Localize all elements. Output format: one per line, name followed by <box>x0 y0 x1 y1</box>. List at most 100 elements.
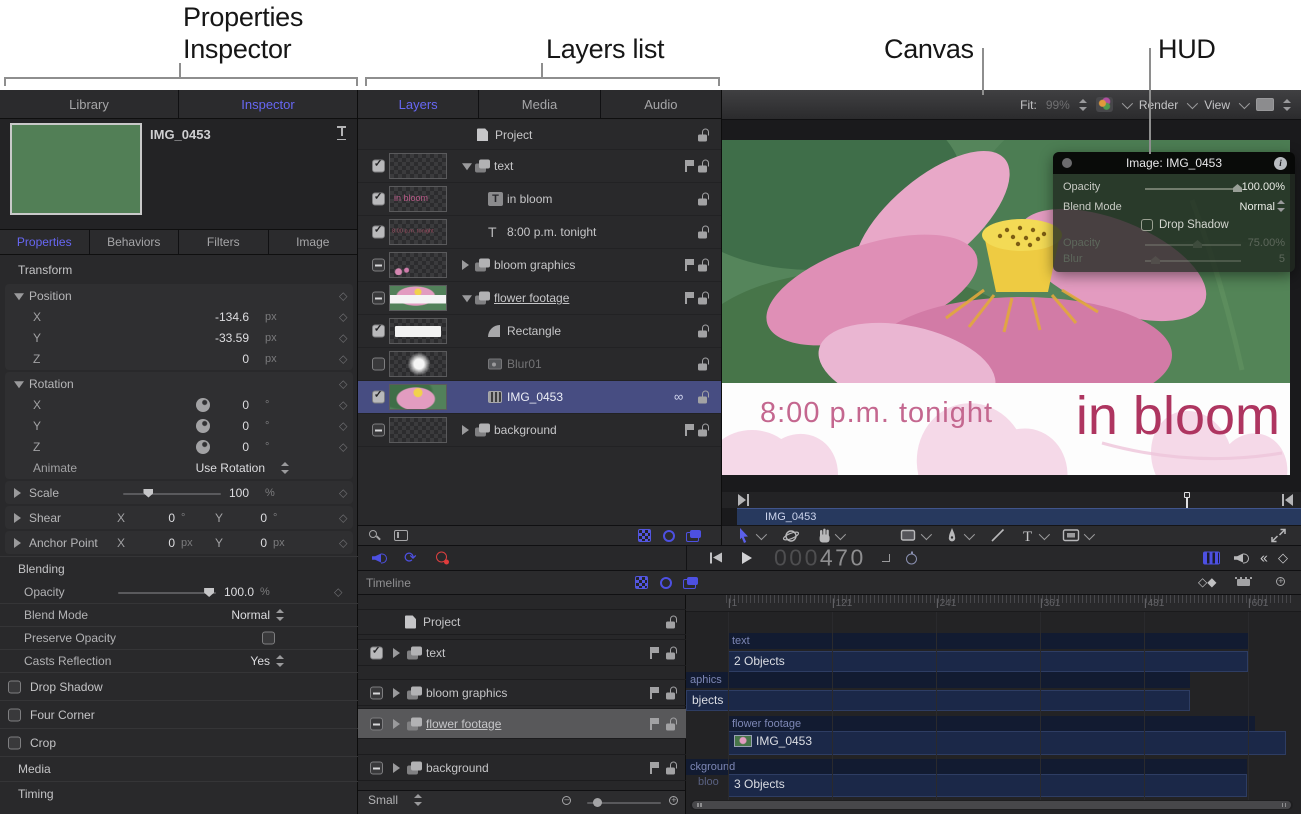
keyframe-diamond-icon[interactable]: ◇ <box>339 536 347 549</box>
tab-audio[interactable]: Audio <box>601 90 721 118</box>
timeline-layer-row-text[interactable]: text <box>358 639 686 666</box>
track-size-select[interactable]: Small <box>368 793 398 807</box>
chevron-down-icon[interactable] <box>756 529 767 540</box>
record-icon[interactable] <box>436 552 449 565</box>
view-menu[interactable]: View <box>1204 98 1230 112</box>
flag-icon[interactable] <box>685 424 694 436</box>
layer-row-project[interactable]: Project <box>358 120 721 150</box>
scrollbar-thumb[interactable] <box>692 801 1291 809</box>
timeline-layer-row-bloom-graphics[interactable]: bloom graphics <box>358 679 686 706</box>
disclosure-triangle-icon[interactable] <box>462 295 472 302</box>
timecode-display[interactable]: 000470 <box>774 545 866 572</box>
mini-timeline-clip[interactable]: IMG_0453 <box>737 508 1301 525</box>
subtab-behaviors[interactable]: Behaviors <box>90 230 180 254</box>
show-video-track-icon[interactable] <box>1203 552 1220 565</box>
display-stepper-icon[interactable] <box>1283 99 1291 111</box>
flag-icon[interactable] <box>650 647 659 659</box>
render-menu[interactable]: Render <box>1139 98 1178 112</box>
keyframe-diamond-icon[interactable]: ◇ <box>339 486 347 499</box>
show-keyframes-icon[interactable]: ‹‹ <box>1260 550 1266 567</box>
x-value-field[interactable]: -134.6 <box>159 310 249 324</box>
chevron-down-icon[interactable] <box>835 529 846 540</box>
animate-value[interactable]: Use Rotation <box>145 461 265 475</box>
color-channels-icon[interactable] <box>1096 97 1113 112</box>
disclosure-triangle-icon[interactable] <box>393 688 400 698</box>
layer-row-rectangle[interactable]: Rectangle <box>358 315 721 348</box>
tab-inspector[interactable]: Inspector <box>179 90 357 118</box>
keyframe-diamond-icon[interactable]: ◇ <box>339 398 347 411</box>
zoom-out-icon[interactable] <box>561 795 575 809</box>
anchor-point-x-value[interactable]: 0 <box>133 536 175 550</box>
lock-icon[interactable] <box>698 226 710 239</box>
keyframe-diamond-icon[interactable]: ◇ <box>334 586 342 599</box>
layer-checkbox[interactable] <box>372 259 385 272</box>
chevron-down-icon[interactable] <box>1084 529 1095 540</box>
drop-shadow-checkbox[interactable] <box>8 680 21 693</box>
lock-icon[interactable] <box>698 358 710 371</box>
stepper-icon[interactable] <box>281 462 289 474</box>
timecode-menu-icon[interactable] <box>882 554 890 562</box>
show-clones-icon[interactable] <box>683 577 698 589</box>
disclosure-triangle-icon[interactable] <box>14 293 24 300</box>
text-tool-icon[interactable]: T <box>1020 527 1038 545</box>
z-value-field[interactable]: 0 <box>159 352 249 366</box>
trim-view-icon[interactable] <box>1235 577 1253 589</box>
select-tool-icon[interactable] <box>736 527 754 545</box>
pen-tool-icon[interactable] <box>944 527 962 545</box>
in-point-marker-icon[interactable] <box>738 494 749 506</box>
keyframe-diamond-icon[interactable]: ◇ <box>339 352 347 365</box>
timeline-layer-row-project[interactable]: Project <box>358 609 686 635</box>
lock-icon[interactable] <box>666 616 678 629</box>
layer-checkbox[interactable] <box>370 717 383 730</box>
casts-reflection-value[interactable]: Yes <box>150 654 270 668</box>
pin-icon[interactable] <box>336 125 347 140</box>
audio-mute-icon[interactable] <box>372 552 389 565</box>
lock-icon[interactable] <box>698 193 710 206</box>
chevron-down-icon[interactable] <box>921 529 932 540</box>
layer-checkbox[interactable] <box>372 226 385 239</box>
show-behaviors-icon[interactable] <box>660 577 672 589</box>
timeline-ruler[interactable] <box>686 595 1301 612</box>
playhead-marker-icon[interactable] <box>1184 492 1191 508</box>
opacity-value-field[interactable]: 100.0 <box>164 585 254 599</box>
keyframe-diamond-icon[interactable]: ◇ <box>339 419 347 432</box>
lock-icon[interactable] <box>698 160 710 173</box>
lock-icon[interactable] <box>698 292 710 305</box>
disclosure-triangle-icon[interactable] <box>393 763 400 773</box>
orbit-tool-icon[interactable] <box>782 527 800 545</box>
lock-icon[interactable] <box>666 761 678 774</box>
show-masks-icon[interactable] <box>635 576 648 589</box>
layer-row-8-00-p-m-tonight[interactable]: T8:00 p.m. tonight <box>358 216 721 249</box>
layer-checkbox[interactable] <box>370 646 383 659</box>
track-bar-img-0453[interactable]: IMG_0453 <box>728 731 1286 755</box>
filter-window-icon[interactable] <box>394 530 408 541</box>
stepper-icon[interactable] <box>276 609 284 621</box>
zoom-in-icon[interactable] <box>668 795 682 809</box>
show-behaviors-icon[interactable] <box>663 530 675 542</box>
pan-tool-icon[interactable] <box>817 527 835 545</box>
subtab-filters[interactable]: Filters <box>179 230 269 254</box>
shear-x-value[interactable]: 0 <box>133 511 175 525</box>
layer-row-background[interactable]: background <box>358 414 721 447</box>
rectangle-tool-icon[interactable] <box>900 527 918 545</box>
display-mode-icon[interactable] <box>1256 98 1274 111</box>
hud-titlebar[interactable]: Image: IMG_0453 i <box>1053 152 1295 174</box>
preserve-opacity-checkbox[interactable] <box>262 632 275 645</box>
keyframe-diamond-icon[interactable]: ◇ <box>339 511 347 524</box>
line-tool-icon[interactable] <box>990 527 1008 545</box>
lock-icon[interactable] <box>698 391 710 404</box>
lock-icon[interactable] <box>666 717 678 730</box>
layer-row-text[interactable]: text <box>358 150 721 183</box>
play-icon[interactable] <box>742 552 752 564</box>
blend-mode-value[interactable]: Normal <box>150 608 270 622</box>
canvas-mini-timeline[interactable] <box>722 492 1301 508</box>
timeline-hscrollbar[interactable] <box>690 800 1293 810</box>
layer-checkbox[interactable] <box>372 358 385 371</box>
x-value-field[interactable]: 0 <box>159 398 249 412</box>
y-value-field[interactable]: 0 <box>159 419 249 433</box>
keyframe-diamond-icon[interactable]: ◇ <box>339 377 347 390</box>
track-bar-2-objects[interactable]: 2 Objects <box>728 651 1248 672</box>
timeline-layer-row-flower-footage[interactable]: flower footage <box>358 708 686 739</box>
expand-canvas-icon[interactable] <box>1270 527 1288 545</box>
zoom-level-value[interactable]: 99% <box>1046 98 1070 112</box>
